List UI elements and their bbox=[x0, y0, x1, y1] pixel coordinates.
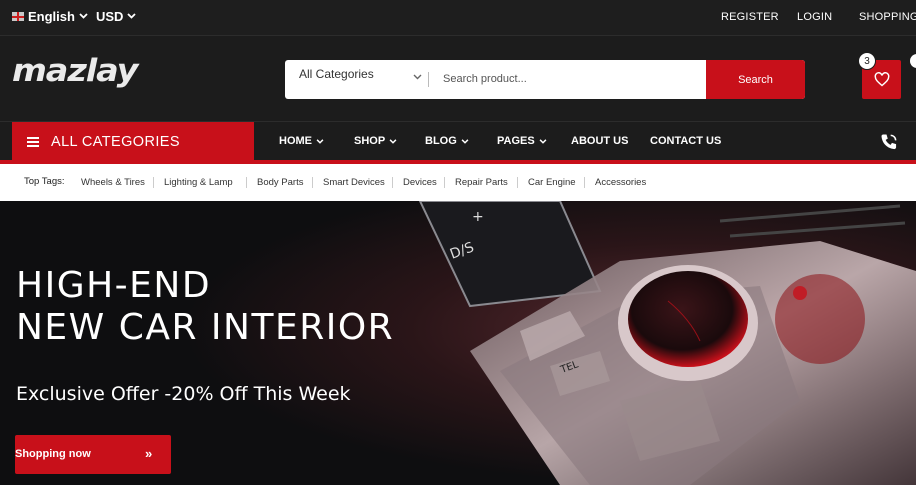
search-input[interactable] bbox=[443, 70, 693, 88]
chevron-down-icon bbox=[389, 138, 397, 144]
tag-smart-devices[interactable]: Smart Devices bbox=[323, 177, 385, 188]
search-divider bbox=[428, 72, 429, 87]
tag-devices[interactable]: Devices bbox=[403, 177, 437, 188]
hero-title-line1: HIGH-END bbox=[16, 265, 212, 306]
phone-icon bbox=[878, 132, 900, 157]
shopping-now-button[interactable]: Shopping now » bbox=[15, 435, 171, 474]
nav-label: PAGES bbox=[497, 135, 535, 147]
category-select[interactable]: All Categories bbox=[299, 67, 374, 81]
nav-item-pages[interactable]: PAGES bbox=[497, 135, 547, 147]
top-bar: English USD REGISTER LOGIN SHOPPING C bbox=[0, 0, 916, 36]
hero-banner: D/S + TEL HIGH-END NEW CAR INTERIOR Excl… bbox=[0, 201, 916, 485]
tag-accessories[interactable]: Accessories bbox=[595, 177, 646, 188]
nav-item-about-us[interactable]: ABOUT US bbox=[571, 135, 628, 147]
tag-separator bbox=[444, 177, 445, 188]
chevron-down-icon bbox=[461, 138, 469, 144]
menu-icon bbox=[27, 137, 39, 147]
tag-car-engine[interactable]: Car Engine bbox=[528, 177, 576, 188]
tag-separator bbox=[246, 177, 247, 188]
double-chevron-right-icon: » bbox=[145, 446, 153, 461]
tag-separator bbox=[517, 177, 518, 188]
nav-item-blog[interactable]: BLOG bbox=[425, 135, 469, 147]
currency-label: USD bbox=[96, 9, 124, 24]
nav-item-shop[interactable]: SHOP bbox=[354, 135, 397, 147]
nav-label: ABOUT US bbox=[571, 135, 629, 147]
tag-repair-parts[interactable]: Repair Parts bbox=[455, 177, 508, 188]
tag-wheels-tires[interactable]: Wheels & Tires bbox=[81, 177, 145, 188]
shopping-cart-link[interactable]: SHOPPING C bbox=[859, 11, 916, 23]
chevron-down-icon bbox=[79, 11, 88, 21]
hero-title-line2: NEW CAR INTERIOR bbox=[16, 307, 395, 348]
nav-label: BLOG bbox=[425, 135, 457, 147]
site-logo[interactable]: mazlay bbox=[12, 53, 138, 89]
top-tags-title: Top Tags: bbox=[24, 176, 65, 187]
wishlist-count-badge: 3 bbox=[858, 52, 876, 70]
nav-label: HOME bbox=[279, 135, 312, 147]
register-link[interactable]: REGISTER bbox=[721, 11, 779, 23]
shopping-now-label: Shopping now bbox=[15, 448, 91, 460]
search-button[interactable]: Search bbox=[706, 60, 805, 99]
tag-separator bbox=[153, 177, 154, 188]
chevron-down-icon bbox=[539, 138, 547, 144]
tag-separator bbox=[584, 177, 585, 188]
chevron-down-icon bbox=[316, 138, 324, 144]
site-header: mazlay All Categories Search bbox=[0, 36, 916, 122]
nav-label: SHOP bbox=[354, 135, 386, 147]
top-tags-bar: Top Tags: Wheels & Tires Lighting & Lamp… bbox=[0, 164, 916, 201]
tag-separator bbox=[392, 177, 393, 188]
nav-label: CONTACT US bbox=[650, 135, 722, 147]
language-selector[interactable]: English bbox=[12, 9, 88, 24]
login-link[interactable]: LOGIN bbox=[797, 11, 832, 23]
uk-flag-icon bbox=[12, 12, 24, 21]
nav-item-home[interactable]: HOME bbox=[279, 135, 324, 147]
search-bar: All Categories Search bbox=[285, 60, 805, 99]
language-label: English bbox=[28, 9, 75, 24]
currency-selector[interactable]: USD bbox=[96, 9, 137, 24]
tag-body-parts[interactable]: Body Parts bbox=[257, 177, 303, 188]
all-categories-button[interactable]: ALL CATEGORIES bbox=[12, 122, 254, 162]
plus-label: + bbox=[472, 209, 484, 225]
all-categories-label: ALL CATEGORIES bbox=[51, 134, 180, 150]
chevron-down-icon bbox=[127, 11, 137, 21]
tag-lighting-lamp[interactable]: Lighting & Lamp bbox=[164, 177, 233, 188]
hero-offer-text: Exclusive Offer -20% Off This Week bbox=[16, 383, 351, 405]
nav-item-contact-us[interactable]: CONTACT US bbox=[650, 135, 721, 147]
chevron-down-icon[interactable] bbox=[413, 72, 422, 83]
tag-separator bbox=[312, 177, 313, 188]
main-nav: ALL CATEGORIES HOME SHOP BLOG PAGES ABOU… bbox=[0, 122, 916, 162]
heart-icon bbox=[874, 72, 889, 87]
